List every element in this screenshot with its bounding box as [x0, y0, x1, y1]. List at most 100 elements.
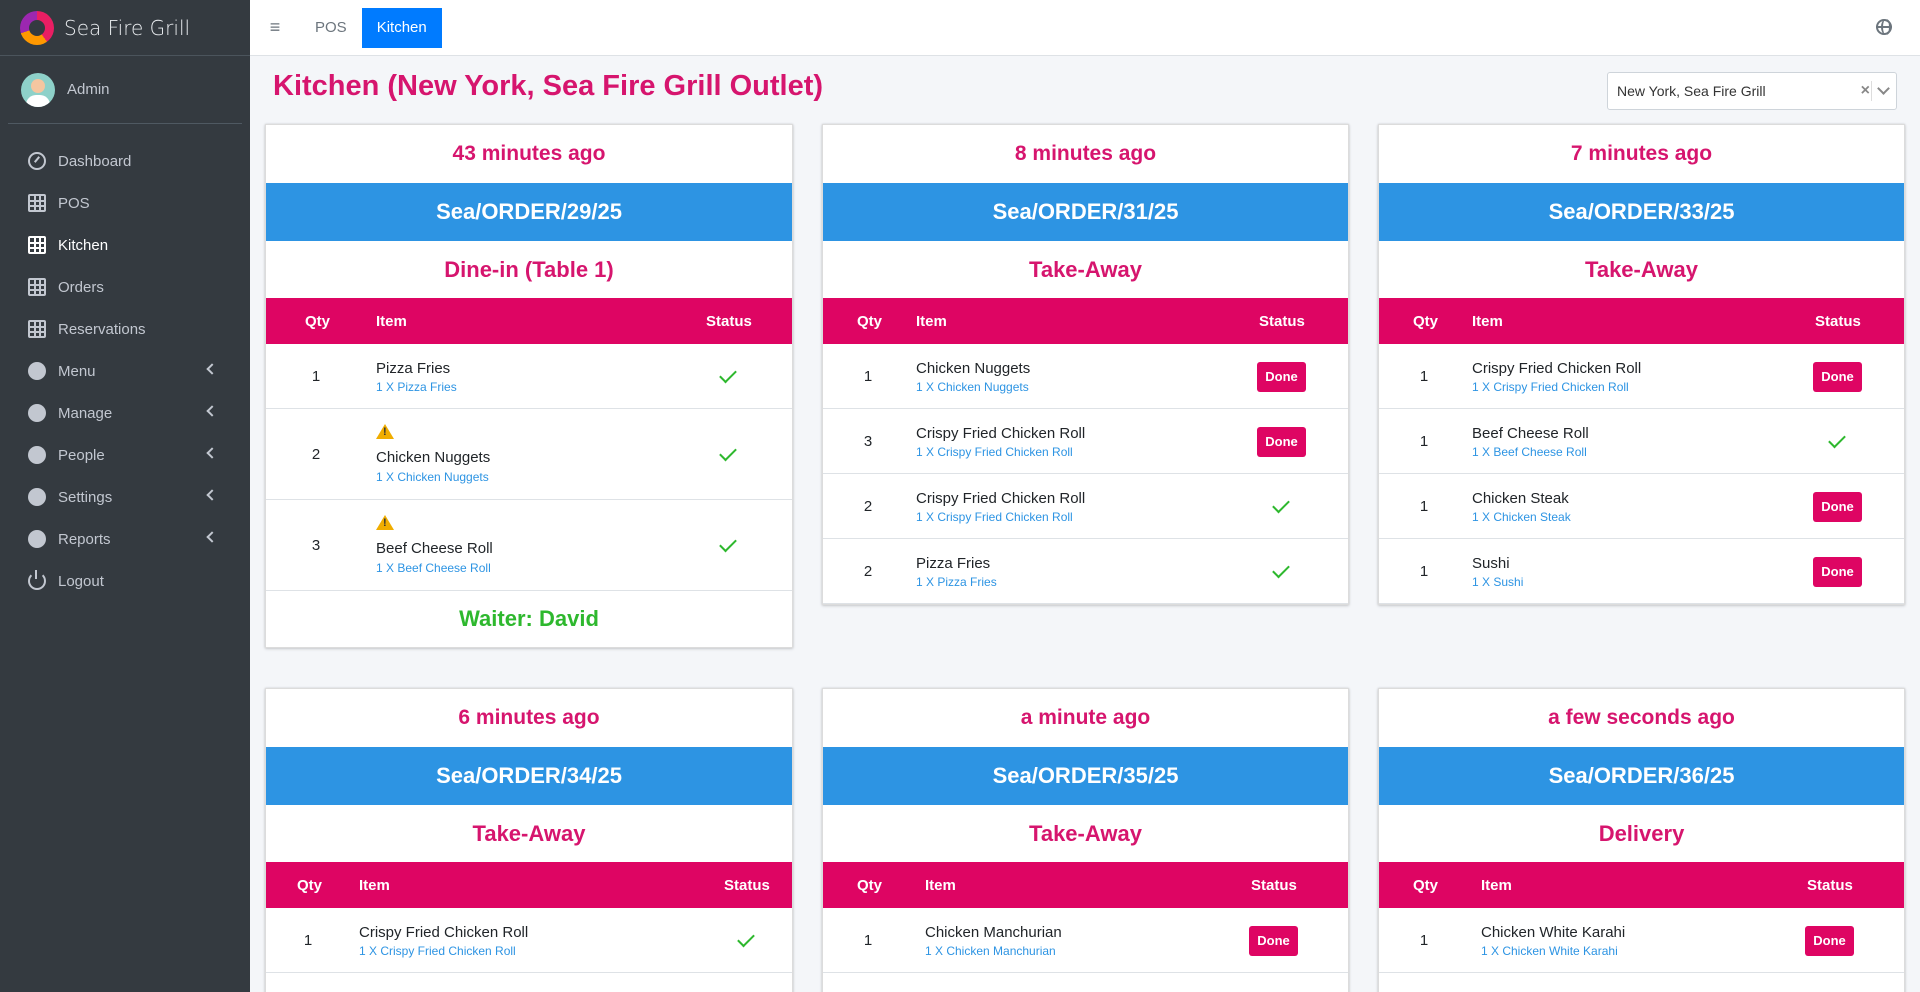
- sidebar-item-manage[interactable]: Manage: [8, 392, 242, 434]
- sidebar-item-pos[interactable]: POS: [8, 182, 242, 224]
- table-icon: [28, 194, 46, 212]
- items-table-header: Qty Item Status: [823, 862, 1348, 908]
- order-card: a few seconds ago Sea/ORDER/36/25 Delivery…: [1378, 688, 1905, 992]
- done-button[interactable]: Done: [1805, 925, 1854, 956]
- item-detail: 1 X Chicken Manchurian: [925, 944, 1056, 958]
- table-row: 1 Chicken Nuggets 1 X Chicken Nuggets Done: [823, 344, 1348, 409]
- check-icon: [737, 929, 755, 947]
- globe-icon[interactable]: [1876, 19, 1892, 35]
- item-qty: 1: [1419, 433, 1429, 450]
- sidebar-item-orders[interactable]: Orders: [8, 266, 242, 308]
- order-time: 6 minutes ago: [458, 706, 600, 729]
- nav-link-kitchen[interactable]: Kitchen: [361, 7, 442, 48]
- sidebar-item-label: Kitchen: [58, 236, 109, 254]
- order-time: a few seconds ago: [1548, 706, 1735, 729]
- order-type: Take-Away: [1029, 256, 1142, 282]
- sidebar-item-label: Dashboard: [58, 152, 132, 170]
- order-number: Sea/ORDER/36/25: [1379, 747, 1904, 805]
- order-card: a minute ago Sea/ORDER/35/25 Take-Away Qty I…: [822, 688, 1349, 992]
- done-button[interactable]: Done: [1813, 491, 1862, 522]
- circle-icon: [28, 446, 46, 464]
- sidebar-item-label: Reports: [58, 530, 111, 548]
- sidebar-item-label: Logout: [58, 572, 104, 590]
- avatar: [21, 72, 55, 107]
- user-name[interactable]: Admin: [67, 81, 110, 98]
- table-icon: [28, 320, 46, 338]
- item-qty: 1: [863, 932, 873, 949]
- item-qty: 1: [303, 932, 313, 949]
- column-header-item: Item: [916, 313, 947, 330]
- clear-icon[interactable]: ×: [1861, 82, 1870, 100]
- circle-icon: [28, 530, 46, 548]
- sidebar: Sea Fire Grill Admin Dashboard POS Kitch…: [0, 0, 250, 992]
- chevron-left-icon: [206, 363, 218, 375]
- table-icon: [28, 236, 46, 254]
- nav-link-pos[interactable]: POS: [300, 8, 362, 48]
- column-header-item: Item: [925, 877, 956, 894]
- sidebar-item-kitchen[interactable]: Kitchen: [8, 224, 242, 266]
- circle-icon: [28, 488, 46, 506]
- item-detail: 1 X Pizza Fries: [916, 575, 997, 589]
- item-name: Crispy Fried Chicken Roll: [1472, 360, 1642, 377]
- table-row: 1 Chicken White Karahi 1 X Chicken White K…: [1379, 908, 1904, 973]
- item-name: Pizza Fries: [376, 360, 451, 377]
- order-number: Sea/ORDER/29/25: [266, 183, 792, 241]
- chevron-left-icon: [206, 489, 218, 501]
- items-table-header: Qty Item Status: [1379, 862, 1904, 908]
- page-title: Kitchen (New York, Sea Fire Grill Outlet…: [273, 70, 824, 102]
- sidebar-item-logout[interactable]: Logout: [8, 560, 242, 602]
- order-number: Sea/ORDER/33/25: [1379, 183, 1904, 241]
- table-row: 2 Chicken Nuggets 1 X Chicken Nuggets: [266, 409, 792, 500]
- menu-toggle-icon[interactable]: ≡: [250, 0, 300, 56]
- item-detail: 1 X Chicken Nuggets: [376, 470, 489, 484]
- brand[interactable]: Sea Fire Grill: [0, 0, 250, 56]
- column-header-status: Status: [1807, 877, 1853, 894]
- item-qty: 1: [863, 368, 873, 385]
- sidebar-item-settings[interactable]: Settings: [8, 476, 242, 518]
- item-qty: 3: [311, 537, 321, 554]
- items-table-header: Qty Item Status: [266, 862, 792, 908]
- chevron-left-icon: [206, 405, 218, 417]
- table-row: 1 Chicken Steak 1 X Chicken Steak Done: [1379, 474, 1904, 539]
- check-icon: [1272, 560, 1290, 578]
- order-time: 8 minutes ago: [1014, 142, 1157, 165]
- item-name: Chicken Manchurian: [925, 924, 1062, 941]
- user-panel[interactable]: Admin: [8, 56, 242, 124]
- sidebar-item-label: Manage: [58, 404, 113, 422]
- item-qty: 3: [863, 433, 873, 450]
- warning-icon: [376, 515, 394, 530]
- sidebar-item-menu[interactable]: Menu: [8, 350, 242, 392]
- done-button[interactable]: Done: [1257, 426, 1306, 457]
- chevron-down-icon[interactable]: [1877, 82, 1890, 95]
- done-button[interactable]: Done: [1813, 361, 1862, 392]
- column-header-qty: Qty: [305, 313, 331, 330]
- table-row: 2 Crispy Fried Chicken Roll 1 X Crispy Fri…: [823, 474, 1348, 539]
- done-button[interactable]: Done: [1813, 556, 1862, 587]
- sidebar-item-label: People: [58, 446, 105, 464]
- done-button[interactable]: Done: [1249, 925, 1298, 956]
- check-icon: [1272, 495, 1290, 513]
- order-type: Take-Away: [472, 820, 586, 846]
- item-qty: 1: [311, 368, 321, 385]
- check-icon: [719, 365, 737, 383]
- outlet-select[interactable]: New York, Sea Fire Grill ×: [1607, 72, 1897, 110]
- item-name: Chicken Nuggets: [376, 449, 491, 466]
- order-time: a minute ago: [1020, 706, 1151, 729]
- sidebar-item-people[interactable]: People: [8, 434, 242, 476]
- sidebar-item-reports[interactable]: Reports: [8, 518, 242, 560]
- table-row: 1 Beef Cheese Roll 1 X Beef Cheese Roll: [1379, 409, 1904, 474]
- chevron-left-icon: [206, 531, 218, 543]
- sidebar-item-reservations[interactable]: Reservations: [8, 308, 242, 350]
- item-detail: 1 X Chicken White Karahi: [1481, 944, 1618, 958]
- item-detail: 1 X Crispy Fried Chicken Roll: [359, 944, 516, 958]
- sidebar-item-label: Settings: [58, 488, 113, 506]
- done-button[interactable]: Done: [1257, 361, 1306, 392]
- order-number: Sea/ORDER/31/25: [823, 183, 1348, 241]
- dashboard-icon: [28, 152, 46, 170]
- chevron-left-icon: [206, 447, 218, 459]
- sidebar-item-label: Reservations: [58, 320, 146, 338]
- sidebar-item-dashboard[interactable]: Dashboard: [8, 140, 242, 182]
- table-icon: [28, 278, 46, 296]
- item-name: Crispy Fried Chicken Roll: [916, 425, 1086, 442]
- item-qty: 2: [863, 563, 873, 580]
